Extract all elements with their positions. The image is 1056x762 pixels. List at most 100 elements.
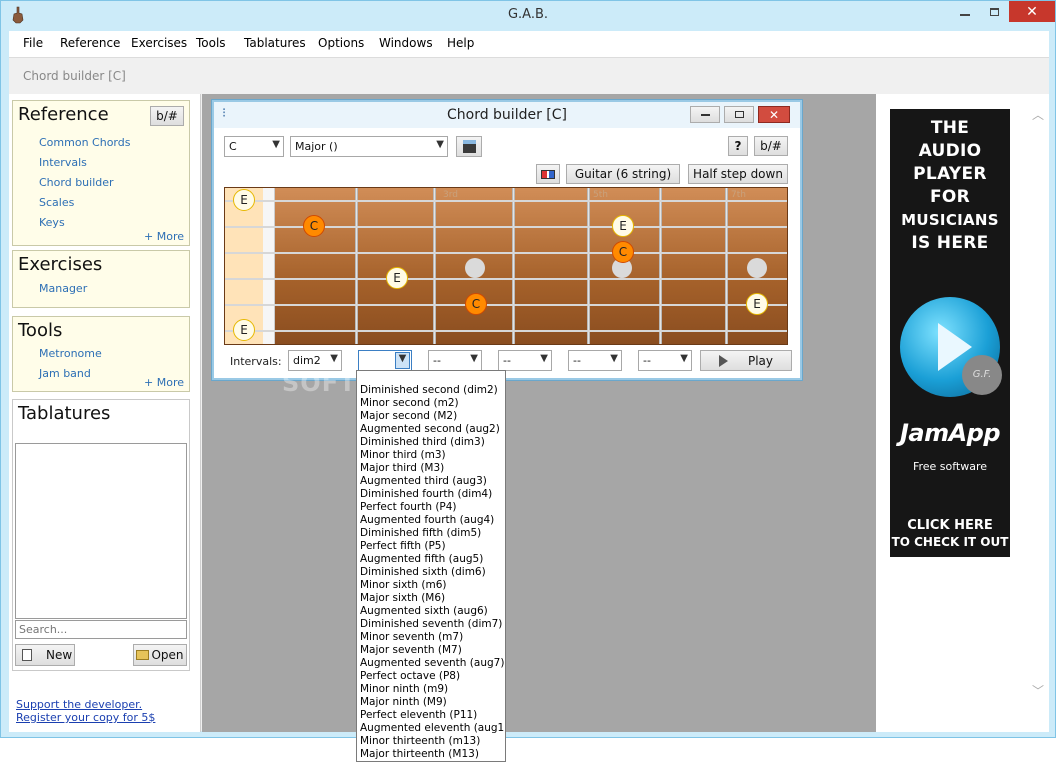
scroll-up-icon[interactable]: ︿	[1032, 106, 1044, 123]
save-button[interactable]	[456, 136, 482, 157]
close-button[interactable]: ✕	[1009, 1, 1055, 22]
dropdown-option[interactable]: Major second (M2)	[360, 410, 457, 422]
minimize-button[interactable]	[951, 1, 979, 22]
dropdown-option[interactable]: Minor third (m3)	[360, 449, 446, 461]
dropdown-option[interactable]: Augmented eleventh (aug11)	[360, 722, 505, 734]
open-string-note[interactable]: E	[233, 319, 255, 341]
menu-exercises[interactable]: Exercises	[131, 36, 187, 50]
chord-accidental-button[interactable]: b/#	[754, 136, 788, 156]
flip-view-button[interactable]	[536, 164, 560, 184]
child-restore-button[interactable]	[724, 106, 754, 123]
guitar-string	[225, 278, 787, 280]
open-tablature-button[interactable]: Open	[133, 644, 187, 666]
dropdown-option[interactable]: Minor ninth (m9)	[360, 683, 448, 695]
fretboard-note[interactable]: E	[746, 293, 768, 315]
dropdown-option[interactable]: Minor second (m2)	[360, 397, 459, 409]
dropdown-option[interactable]: Major seventh (M7)	[360, 644, 462, 656]
fret-wire	[512, 188, 515, 344]
reference-link-intervals[interactable]: Intervals	[39, 156, 87, 169]
dropdown-option[interactable]: Augmented fourth (aug4)	[360, 514, 494, 526]
interval-select-2[interactable]: ▼	[358, 350, 412, 371]
fretboard-nut	[263, 188, 275, 344]
chevron-down-icon: ▼	[470, 353, 478, 364]
interval-select-3[interactable]: -- ▼	[428, 350, 482, 371]
dropdown-option[interactable]: Augmented seventh (aug7)	[360, 657, 504, 669]
fretboard-note[interactable]: E	[612, 215, 634, 237]
menu-file[interactable]: File	[23, 36, 43, 50]
dropdown-option[interactable]: Major sixth (M6)	[360, 592, 445, 604]
dropdown-option[interactable]: Major thirteenth (M13)	[360, 748, 479, 760]
fretboard-note[interactable]: E	[386, 267, 408, 289]
dropdown-option[interactable]: Perfect fourth (P4)	[360, 501, 457, 513]
dropdown-option[interactable]: Major ninth (M9)	[360, 696, 447, 708]
reference-link-keys[interactable]: Keys	[39, 216, 65, 229]
dropdown-option[interactable]: Augmented sixth (aug6)	[360, 605, 488, 617]
fretboard-note[interactable]: C	[303, 215, 325, 237]
support-developer-link[interactable]: Support the developer. Register your cop…	[16, 698, 176, 724]
open-string-note[interactable]: E	[233, 189, 255, 211]
menu-options[interactable]: Options	[318, 36, 364, 50]
reference-more-link[interactable]: + More	[144, 230, 184, 243]
reference-link-scales[interactable]: Scales	[39, 196, 74, 209]
dropdown-option[interactable]: Major third (M3)	[360, 462, 444, 474]
open-tablature-label: Open	[151, 648, 184, 662]
new-tablature-label: New	[46, 648, 73, 662]
menu-windows[interactable]: Windows	[379, 36, 433, 50]
chevron-down-icon: ▼	[540, 353, 548, 364]
root-note-select[interactable]: C ▼	[224, 136, 284, 157]
dropdown-option[interactable]: Diminished sixth (dim6)	[360, 566, 486, 578]
tools-link-metronome[interactable]: Metronome	[39, 347, 102, 360]
fretboard[interactable]: 3rd 5th 7th E E C E C C E E	[224, 187, 788, 345]
dropdown-option[interactable]: Augmented second (aug2)	[360, 423, 500, 435]
dropdown-option[interactable]: Diminished second (dim2)	[360, 384, 498, 396]
instrument-button[interactable]: Guitar (6 string)	[566, 164, 680, 184]
fretboard-note[interactable]: C	[612, 241, 634, 263]
reference-link-common-chords[interactable]: Common Chords	[39, 136, 130, 149]
menu-reference[interactable]: Reference	[60, 36, 120, 50]
reference-link-chord-builder[interactable]: Chord builder	[39, 176, 114, 189]
dropdown-option[interactable]: Minor seventh (m7)	[360, 631, 463, 643]
dropdown-option[interactable]: Diminished third (dim3)	[360, 436, 485, 448]
interval-select-6[interactable]: -- ▼	[638, 350, 692, 371]
fret-inlay-dot	[465, 258, 485, 278]
dropdown-option[interactable]: Augmented third (aug3)	[360, 475, 487, 487]
child-minimize-button[interactable]	[690, 106, 720, 123]
flip-view-icon	[541, 169, 555, 179]
interval-select-1[interactable]: dim2 ▼	[288, 350, 342, 371]
jamapp-advertisement[interactable]: THE AUDIO PLAYER FOR MUSICIANS IS HERE G…	[890, 109, 1010, 557]
tuning-button[interactable]: Half step down	[688, 164, 788, 184]
menu-tools[interactable]: Tools	[196, 36, 226, 50]
interval-value-6: --	[643, 354, 651, 367]
exercises-link-manager[interactable]: Manager	[39, 282, 87, 295]
dropdown-option[interactable]: Perfect octave (P8)	[360, 670, 460, 682]
menu-help[interactable]: Help	[447, 36, 474, 50]
tools-link-jam-band[interactable]: Jam band	[39, 367, 91, 380]
chord-quality-select[interactable]: Major () ▼	[290, 136, 448, 157]
dropdown-option[interactable]: Minor sixth (m6)	[360, 579, 447, 591]
dropdown-option[interactable]: Perfect eleventh (P11)	[360, 709, 477, 721]
new-tablature-button[interactable]: New	[15, 644, 75, 666]
play-button[interactable]: Play	[700, 350, 792, 371]
dropdown-option[interactable]: Augmented fifth (aug5)	[360, 553, 483, 565]
dropdown-option[interactable]: Minor thirteenth (m13)	[360, 735, 480, 747]
tablature-search-input[interactable]	[15, 620, 187, 639]
dropdown-option[interactable]: Diminished fourth (dim4)	[360, 488, 492, 500]
chord-builder-titlebar: ⁝ Chord builder [C] ✕	[214, 102, 800, 128]
scroll-down-icon[interactable]: ﹀	[1032, 682, 1044, 699]
ad-headline-line: MUSICIANS	[901, 211, 999, 229]
fretboard-note[interactable]: C	[465, 293, 487, 315]
dropdown-option[interactable]: Diminished fifth (dim5)	[360, 527, 481, 539]
dropdown-option[interactable]: Diminished seventh (dim7)	[360, 618, 502, 630]
help-button[interactable]: ?	[728, 136, 748, 156]
interval-dropdown-list[interactable]: Diminished second (dim2) Minor second (m2…	[356, 370, 506, 762]
interval-select-5[interactable]: -- ▼	[568, 350, 622, 371]
menu-tablatures[interactable]: Tablatures	[244, 36, 306, 50]
tablature-list[interactable]	[15, 443, 187, 619]
child-close-button[interactable]: ✕	[758, 106, 790, 123]
reference-accidental-button[interactable]: b/#	[150, 106, 184, 126]
interval-select-4[interactable]: -- ▼	[498, 350, 552, 371]
dropdown-option[interactable]: Perfect fifth (P5)	[360, 540, 446, 552]
maximize-button[interactable]	[981, 1, 1007, 22]
tools-more-link[interactable]: + More	[144, 376, 184, 389]
close-icon: ✕	[1026, 3, 1038, 20]
